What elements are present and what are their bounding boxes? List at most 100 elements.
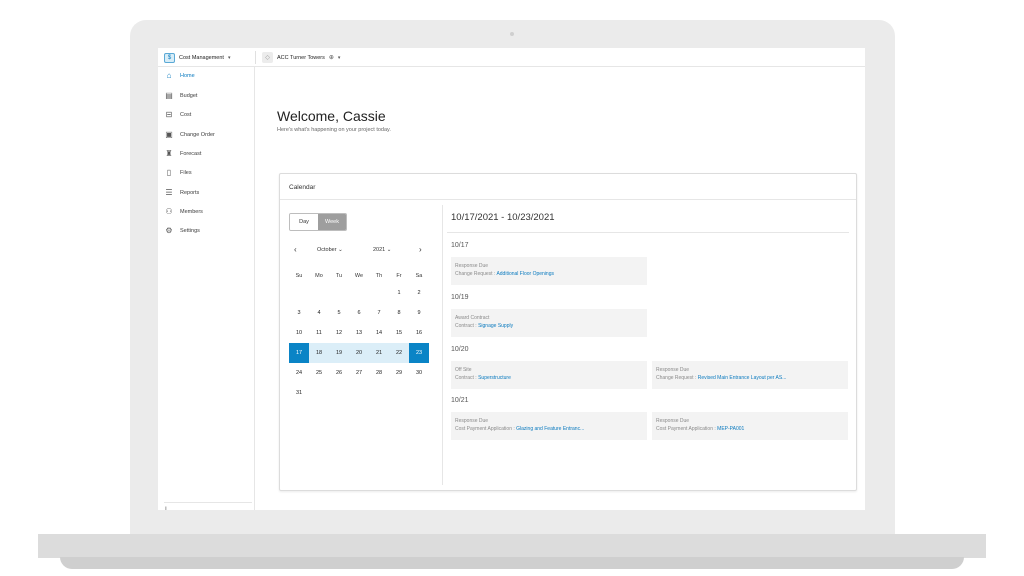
calendar-day[interactable]: 9: [409, 303, 429, 323]
weekday-header: Su Mo Tu We Th Fr Sa: [289, 269, 429, 283]
year-select[interactable]: 2021 ⌄: [373, 244, 391, 256]
calendar-day[interactable]: 10: [289, 323, 309, 343]
day-view-button[interactable]: Day: [290, 214, 318, 230]
calendar-day: [349, 383, 369, 403]
event-card[interactable]: Response Due Cost Payment Application : …: [652, 412, 848, 440]
day-label: 10/21: [451, 397, 469, 404]
calendar-day[interactable]: 3: [289, 303, 309, 323]
calendar-day[interactable]: 29: [389, 363, 409, 383]
calendar-day[interactable]: 8: [389, 303, 409, 323]
globe-icon: ⊕: [328, 55, 334, 61]
sidebar-item-home[interactable]: ⌂ Home: [158, 68, 254, 84]
calendar-day[interactable]: 13: [349, 323, 369, 343]
card-divider: [280, 199, 856, 200]
chevron-left-icon[interactable]: ‹: [294, 244, 297, 256]
calendar-day: [369, 283, 389, 303]
event-card[interactable]: Response Due Change Request : Revised Ma…: [652, 361, 848, 389]
chevron-right-icon[interactable]: ›: [419, 244, 422, 256]
event-detail: Contract : Superstructure: [455, 374, 643, 382]
sidebar-item-label: Reports: [180, 190, 200, 196]
selected-week-row: 17 18 19 20 21 22 23: [289, 343, 429, 363]
event-card[interactable]: Response Due Cost Payment Application : …: [451, 412, 647, 440]
calendar-day-in-range[interactable]: 22: [389, 343, 409, 363]
cost-icon: ⊟: [165, 110, 173, 119]
calendar-day[interactable]: 4: [309, 303, 329, 323]
app-screen: $ Cost Management ▾ ◇ ACC Turner Towers …: [158, 48, 865, 510]
weekday-label: Sa: [415, 273, 423, 279]
camera-icon: [510, 32, 514, 36]
sidebar-item-reports[interactable]: ☰ Reports: [158, 185, 254, 201]
module-switcher[interactable]: $ Cost Management ▾: [164, 52, 230, 63]
sidebar-item-settings[interactable]: ⚙ Settings: [158, 223, 254, 239]
sidebar-item-label: Cost: [180, 112, 192, 118]
calendar-day[interactable]: 26: [329, 363, 349, 383]
calendar-day[interactable]: 31: [289, 383, 309, 403]
calendar-day[interactable]: 16: [409, 323, 429, 343]
sidebar-item-label: Change Order: [180, 132, 215, 138]
calendar-day-selected-start[interactable]: 17: [289, 343, 309, 363]
event-card[interactable]: Response Due Change Request : Additional…: [451, 257, 647, 285]
event-link[interactable]: Glazing and Feature Entranc...: [516, 426, 584, 432]
sidebar-item-members[interactable]: ⚇ Members: [158, 204, 254, 220]
calendar-day-in-range[interactable]: 20: [349, 343, 369, 363]
calendar-day: [389, 383, 409, 403]
calendar-day[interactable]: 1: [389, 283, 409, 303]
calendar-day[interactable]: 12: [329, 323, 349, 343]
event-type: Contract :: [455, 323, 477, 329]
week-row: 3 4 5 6 7 8 9: [289, 303, 429, 323]
calendar-day-selected-end[interactable]: 23: [409, 343, 429, 363]
calendar-day[interactable]: 11: [309, 323, 329, 343]
event-card[interactable]: Award Contract Contract : Signage Supply: [451, 309, 647, 337]
week-view-button[interactable]: Week: [318, 214, 346, 230]
month-select[interactable]: October ⌄: [317, 244, 343, 256]
project-icon: ◇: [262, 52, 273, 63]
calendar-day[interactable]: 14: [369, 323, 389, 343]
calendar-day-in-range[interactable]: 19: [329, 343, 349, 363]
calendar-day: [289, 283, 309, 303]
event-type: Contract :: [455, 375, 477, 381]
calendar-day: [309, 283, 329, 303]
day-label: 10/17: [451, 242, 469, 249]
weekday-label: Fr: [396, 273, 402, 279]
project-switcher[interactable]: ◇ ACC Turner Towers ⊕ ▾: [262, 52, 340, 63]
top-bar: $ Cost Management ▾ ◇ ACC Turner Towers …: [158, 48, 865, 67]
event-card[interactable]: Off Site Contract : Superstructure: [451, 361, 647, 389]
sidebar-item-label: Forecast: [180, 151, 202, 157]
cost-management-icon: $: [164, 52, 175, 63]
page-title: Welcome, Cassie: [277, 108, 386, 124]
sidebar-item-change-order[interactable]: ▣ Change Order: [158, 127, 254, 143]
calendar-day[interactable]: 7: [369, 303, 389, 323]
calendar-day[interactable]: 28: [369, 363, 389, 383]
year-label: 2021: [373, 247, 386, 253]
sidebar-item-files[interactable]: ▯ Files: [158, 165, 254, 181]
chevron-down-icon: ▾: [337, 54, 341, 61]
calendar-day[interactable]: 5: [329, 303, 349, 323]
sidebar-item-budget[interactable]: ▤ Budget: [158, 88, 254, 104]
event-link[interactable]: Signage Supply: [478, 323, 513, 329]
week-row: 1 2: [289, 283, 429, 303]
event-kind: Response Due: [455, 263, 489, 269]
calendar-day-in-range[interactable]: 21: [369, 343, 389, 363]
calendar-day[interactable]: 25: [309, 363, 329, 383]
sidebar-item-cost[interactable]: ⊟ Cost: [158, 107, 254, 123]
chevron-down-icon: ⌄: [386, 247, 392, 253]
event-link[interactable]: Additional Floor Openings: [496, 271, 554, 277]
event-link[interactable]: Superstructure: [478, 375, 511, 381]
calendar-day[interactable]: 2: [409, 283, 429, 303]
event-link[interactable]: Revised Main Entrance Layout per AS...: [698, 375, 787, 381]
calendar-day[interactable]: 30: [409, 363, 429, 383]
calendar-day[interactable]: 27: [349, 363, 369, 383]
calendar-day[interactable]: 24: [289, 363, 309, 383]
event-kind: Award Contract: [455, 315, 490, 321]
calendar-day[interactable]: 15: [389, 323, 409, 343]
month-grid: Su Mo Tu We Th Fr Sa 1 2 3 4 5 6 7 8 9 1…: [289, 269, 429, 403]
sidebar-item-forecast[interactable]: ♜ Forecast: [158, 146, 254, 162]
calendar-day-in-range[interactable]: 18: [309, 343, 329, 363]
weekday-label: Su: [295, 273, 303, 279]
calendar-day[interactable]: 6: [349, 303, 369, 323]
week-row: 24 25 26 27 28 29 30: [289, 363, 429, 383]
sidebar-item-label: Files: [180, 170, 192, 176]
calendar-day: [309, 383, 329, 403]
collapse-sidebar-icon[interactable]: |←: [165, 507, 174, 510]
event-link[interactable]: MEP-PA001: [717, 426, 744, 432]
